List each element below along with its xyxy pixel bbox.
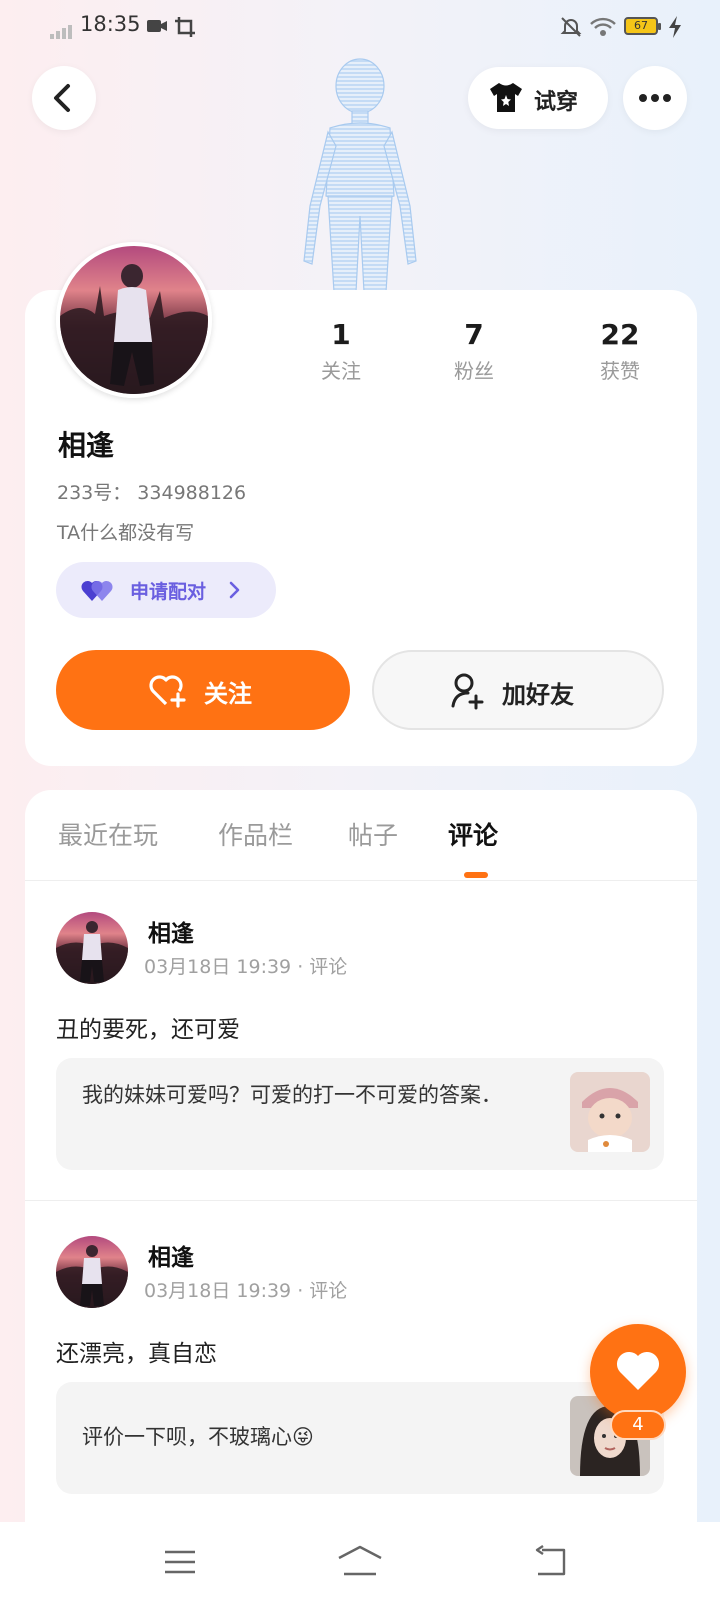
tab-recent-play[interactable]: 最近在玩 — [58, 816, 158, 852]
follow-label: 关注 — [204, 680, 252, 708]
comment-author: 相逢 — [148, 921, 194, 947]
quoted-post-text: 我的妹妹可爱吗？可爱的打一不可爱的答案． — [82, 1083, 502, 1107]
screenshot-icon — [174, 16, 196, 42]
comment-author: 相逢 — [148, 1245, 194, 1271]
status-bar: 18:35 67 — [0, 0, 720, 56]
tab-comments[interactable]: 评论 — [448, 816, 498, 852]
comment-avatar[interactable] — [56, 912, 128, 984]
system-nav-bar — [0, 1522, 720, 1606]
stat-likes[interactable]: 22 获赞 — [570, 318, 670, 384]
charging-icon — [668, 16, 682, 42]
try-on-button[interactable]: 试穿 — [468, 67, 608, 129]
stat-followers[interactable]: 7 粉丝 — [424, 318, 524, 384]
mute-bell-icon — [560, 16, 582, 42]
tab-active-indicator — [464, 872, 488, 878]
tshirt-icon — [488, 81, 524, 117]
profile-id: 233号： 334988126 — [57, 482, 247, 504]
apply-match-button[interactable]: 申请配对 — [56, 562, 276, 618]
back-button[interactable] — [32, 66, 96, 130]
avatar-figure-image — [290, 56, 430, 293]
add-friend-button[interactable]: 加好友 — [372, 650, 664, 730]
likes-count: 22 — [600, 318, 640, 351]
quoted-post-thumbnail — [570, 1072, 650, 1152]
add-person-icon — [450, 672, 486, 714]
like-count-badge: 4 — [610, 1410, 666, 1440]
battery-indicator: 67 — [624, 17, 661, 35]
back-arrow-icon — [54, 84, 70, 112]
heart-icon — [616, 1351, 660, 1390]
back-nav-icon[interactable] — [530, 1544, 568, 1584]
quoted-post-text: 评价一下呗，不玻璃心😜 — [82, 1425, 314, 1449]
home-icon[interactable] — [336, 1544, 384, 1584]
following-count: 1 — [331, 318, 351, 351]
stat-following[interactable]: 1 关注 — [291, 318, 391, 384]
tabs-divider — [25, 880, 697, 881]
comment-text: 丑的要死，还可爱 — [56, 1017, 240, 1043]
follow-button[interactable]: 关注 — [56, 650, 350, 730]
apply-match-label: 申请配对 — [130, 581, 207, 603]
likes-label: 获赞 — [600, 359, 640, 383]
more-options-button[interactable] — [623, 66, 687, 130]
comment-meta: 03月18日 19:39 · 评论 — [144, 956, 348, 978]
profile-nickname: 相逢 — [58, 429, 115, 462]
quoted-post[interactable]: 评价一下呗，不玻璃心😜 — [56, 1382, 664, 1494]
menu-icon[interactable] — [162, 1544, 198, 1584]
comment-divider — [25, 1200, 697, 1201]
try-on-label: 试穿 — [534, 90, 579, 115]
comment-text: 还漂亮，真自恋 — [56, 1341, 217, 1367]
profile-avatar[interactable] — [56, 242, 212, 398]
followers-count: 7 — [464, 318, 484, 351]
add-friend-label: 加好友 — [502, 681, 574, 709]
signal-icon — [50, 20, 74, 39]
wifi-icon — [590, 16, 616, 42]
comment-avatar[interactable] — [56, 1236, 128, 1308]
status-time: 18:35 — [80, 12, 141, 36]
double-heart-icon — [80, 577, 116, 607]
more-dots-icon — [639, 94, 671, 102]
chevron-right-icon — [228, 580, 242, 604]
following-label: 关注 — [321, 359, 361, 383]
video-record-icon — [146, 16, 168, 40]
like-fab-button[interactable] — [590, 1324, 686, 1420]
comment-meta: 03月18日 19:39 · 评论 — [144, 1280, 348, 1302]
profile-bio: TA什么都没有写 — [57, 522, 195, 544]
heart-plus-icon — [148, 672, 188, 712]
tab-posts[interactable]: 帖子 — [348, 816, 398, 852]
tab-works[interactable]: 作品栏 — [218, 816, 293, 852]
followers-label: 粉丝 — [454, 359, 494, 383]
quoted-post[interactable]: 我的妹妹可爱吗？可爱的打一不可爱的答案． — [56, 1058, 664, 1170]
